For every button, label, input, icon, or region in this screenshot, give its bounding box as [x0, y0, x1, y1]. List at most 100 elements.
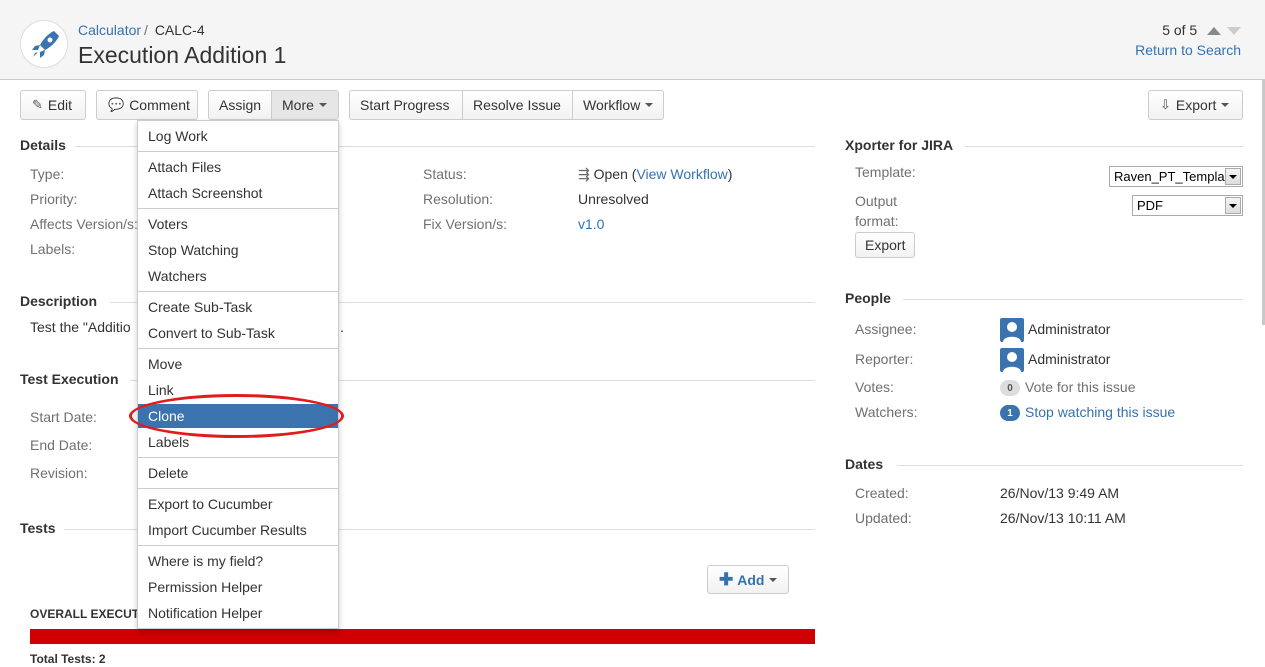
- resolution-value: Unresolved: [578, 191, 649, 207]
- workflow-button-label: Workflow: [583, 97, 641, 113]
- reporter-label: Reporter:: [855, 351, 914, 367]
- menu-item-attach-screenshot[interactable]: Attach Screenshot: [138, 181, 338, 205]
- xporter-export-button[interactable]: Export: [855, 232, 916, 258]
- xporter-divider: [965, 146, 1243, 147]
- menu-item-stop-watching[interactable]: Stop Watching: [138, 238, 338, 262]
- page-title: Execution Addition 1: [78, 42, 287, 68]
- menu-item-move[interactable]: Move: [138, 352, 338, 376]
- next-issue-icon[interactable]: [1227, 27, 1241, 36]
- tests-heading: Tests: [20, 520, 56, 536]
- reporter-avatar: [1000, 348, 1024, 372]
- created-label: Created:: [855, 485, 909, 501]
- template-select[interactable]: Raven_PT_Templa: [1109, 166, 1243, 187]
- menu-item-clone[interactable]: Clone: [138, 404, 338, 428]
- output-format-label-line1: Output: [855, 193, 898, 209]
- votes-count-badge: 0: [1000, 380, 1020, 396]
- vote-for-issue-link[interactable]: Vote for this issue: [1025, 379, 1136, 395]
- comment-button[interactable]: 💬 Comment: [96, 90, 198, 120]
- project-avatar[interactable]: [20, 20, 68, 68]
- breadcrumb-issue-key[interactable]: CALC-4: [155, 22, 205, 38]
- menu-item-labels[interactable]: Labels: [138, 430, 338, 454]
- comment-button-label: Comment: [129, 97, 190, 113]
- menu-divider: [138, 457, 338, 458]
- status-text: Open: [593, 166, 628, 182]
- menu-item-export-to-cucumber[interactable]: Export to Cucumber: [138, 492, 338, 516]
- workflow-button[interactable]: Workflow: [573, 91, 663, 119]
- assign-more-group: Assign More: [208, 90, 339, 120]
- assignee-value[interactable]: Administrator: [1028, 321, 1110, 337]
- chevron-down-icon: [769, 577, 778, 582]
- chevron-down-icon: [1221, 103, 1230, 107]
- menu-item-attach-files[interactable]: Attach Files: [138, 155, 338, 179]
- assignee-avatar: [1000, 318, 1024, 342]
- breadcrumb-project-link[interactable]: Calculator: [78, 22, 141, 38]
- add-test-button[interactable]: ✚ Add: [707, 565, 789, 594]
- fix-version-label: Fix Version/s:: [423, 216, 508, 232]
- xporter-heading: Xporter for JIRA: [845, 137, 954, 153]
- export-button-label: Export: [1175, 97, 1217, 113]
- people-heading: People: [845, 290, 891, 306]
- assign-button[interactable]: Assign: [209, 91, 272, 119]
- description-text: Test the "Additio: [30, 319, 131, 335]
- status-open-icon: ⇶: [578, 166, 590, 182]
- details-heading: Details: [20, 137, 66, 153]
- issue-header: Calculator / CALC-4 Execution Addition 1 …: [0, 0, 1265, 80]
- more-button-label: More: [282, 97, 314, 113]
- watchers-label: Watchers:: [855, 404, 918, 420]
- menu-item-watchers[interactable]: Watchers: [138, 264, 338, 288]
- speech-bubble-icon: 💬: [108, 97, 125, 112]
- menu-item-voters[interactable]: Voters: [138, 212, 338, 236]
- dates-heading: Dates: [845, 456, 884, 472]
- menu-item-convert-to-sub-task[interactable]: Convert to Sub-Task: [138, 321, 338, 345]
- more-button[interactable]: More: [272, 91, 338, 119]
- description-heading: Description: [20, 293, 98, 309]
- output-format-label-line2: format:: [855, 213, 899, 229]
- return-to-search-link[interactable]: Return to Search: [1135, 42, 1241, 58]
- menu-item-where-is-my-field[interactable]: Where is my field?: [138, 549, 338, 573]
- menu-item-link[interactable]: Link: [138, 378, 338, 402]
- created-value: 26/Nov/13 9:49 AM: [1000, 485, 1120, 501]
- plus-icon: ✚: [719, 569, 734, 589]
- stop-watching-link[interactable]: Stop watching this issue: [1025, 404, 1175, 420]
- menu-divider: [138, 291, 338, 292]
- previous-issue-icon[interactable]: [1207, 27, 1222, 36]
- status-value: ⇶ Open (View Workflow): [578, 166, 732, 183]
- more-dropdown-menu: Log Work Attach Files Attach Screenshot …: [137, 120, 339, 629]
- pager-count: 5 of 5: [1162, 22, 1198, 38]
- template-select-value: Raven_PT_Templa: [1114, 169, 1225, 184]
- reporter-value[interactable]: Administrator: [1028, 351, 1110, 367]
- resolve-issue-button[interactable]: Resolve Issue: [463, 91, 573, 119]
- edit-button[interactable]: ✎ Edit: [20, 90, 86, 120]
- start-progress-button[interactable]: Start Progress: [350, 91, 463, 119]
- output-format-select-value: PDF: [1137, 198, 1163, 213]
- menu-item-delete[interactable]: Delete: [138, 461, 338, 485]
- edit-button-label: Edit: [47, 97, 73, 113]
- total-tests-label: Total Tests: 2: [30, 652, 106, 666]
- updated-value: 26/Nov/13 10:11 AM: [1000, 510, 1126, 526]
- menu-divider: [138, 151, 338, 152]
- export-button[interactable]: ⇩ Export: [1148, 90, 1243, 120]
- menu-item-notification-helper[interactable]: Notification Helper: [138, 601, 338, 625]
- start-date-label: Start Date:: [30, 409, 97, 425]
- menu-item-log-work[interactable]: Log Work: [138, 124, 338, 148]
- status-paren-close: ): [727, 166, 733, 182]
- view-workflow-link[interactable]: View Workflow: [636, 166, 727, 182]
- fix-version-link[interactable]: v1.0: [578, 216, 604, 232]
- resolution-label: Resolution:: [423, 191, 494, 207]
- affects-version-label: Affects Version/s:: [30, 216, 138, 232]
- priority-label: Priority:: [30, 191, 78, 207]
- description-text-end: .: [340, 319, 344, 335]
- chevron-down-icon: [645, 103, 654, 107]
- end-date-label: End Date:: [30, 437, 93, 453]
- menu-item-import-cucumber-results[interactable]: Import Cucumber Results: [138, 518, 338, 542]
- status-label: Status:: [423, 166, 467, 182]
- menu-item-create-sub-task[interactable]: Create Sub-Task: [138, 295, 338, 319]
- issue-pager: 5 of 5 Return to Search: [1135, 22, 1241, 58]
- test-execution-heading: Test Execution: [20, 371, 119, 387]
- watchers-count-badge: 1: [1000, 405, 1020, 421]
- workflow-group: Start Progress Resolve Issue Workflow: [349, 90, 664, 120]
- add-test-label: Add: [737, 571, 765, 588]
- menu-item-permission-helper[interactable]: Permission Helper: [138, 575, 338, 599]
- menu-divider: [138, 545, 338, 546]
- output-format-select[interactable]: PDF: [1132, 195, 1243, 216]
